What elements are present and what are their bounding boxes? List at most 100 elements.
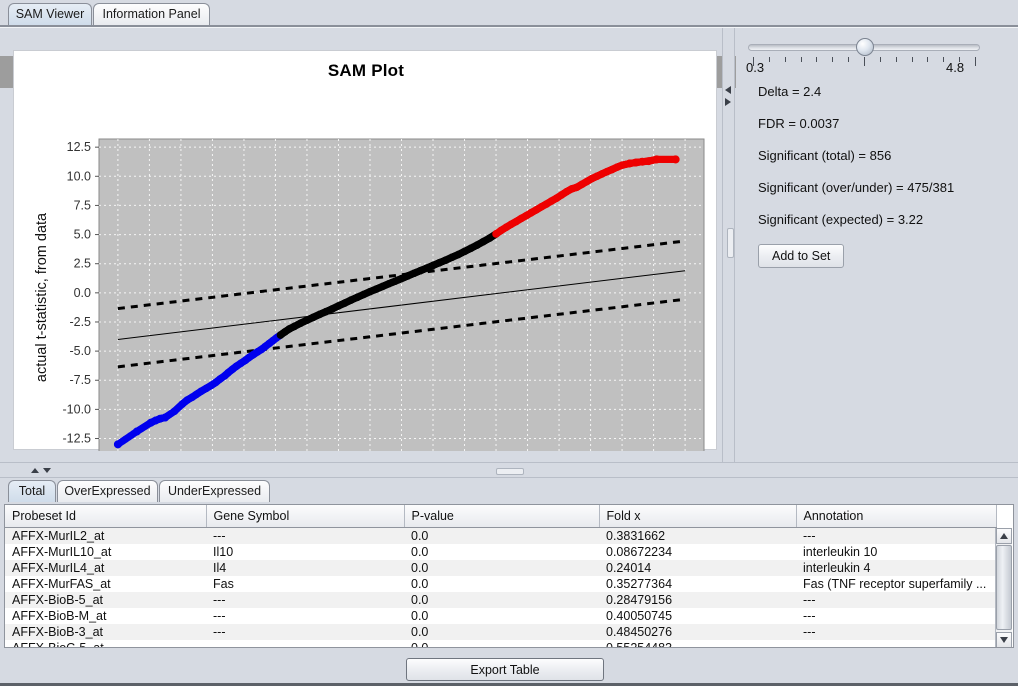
cell-fold-x: 0.55254483 — [599, 640, 796, 648]
data-point-outlier — [672, 155, 680, 163]
vertical-split-divider[interactable] — [722, 28, 735, 462]
stat-significant-expected: Significant (expected) = 3.22 — [758, 212, 923, 227]
add-to-set-button[interactable]: Add to Set — [758, 244, 844, 268]
y-axis-tick-label: 5.0 — [74, 228, 91, 242]
cell-probeset-id: AFFX-BioB-M_at — [5, 608, 206, 624]
slider-minor-tick — [848, 57, 849, 62]
cell-p-value: 0.0 — [404, 624, 599, 640]
data-point-outlier — [161, 414, 169, 422]
cell-gene-symbol: Il10 — [206, 544, 404, 560]
table-row[interactable]: AFFX-MurIL2_at---0.00.3831662--- — [5, 528, 996, 545]
slider-minor-tick — [912, 57, 913, 62]
horizontal-split-grip[interactable] — [496, 468, 524, 475]
cell-p-value: 0.0 — [404, 560, 599, 576]
slider-minor-tick — [785, 57, 786, 62]
cell-fold-x: 0.48450276 — [599, 624, 796, 640]
y-axis-tick-label: -12.5 — [63, 432, 92, 446]
sam-plot-svg[interactable]: -12.5-10.0-7.5-5.0-2.50.02.55.07.510.012… — [14, 51, 718, 451]
results-table: Probeset Id Gene Symbol P-value Fold x A… — [5, 505, 997, 648]
tab-sam-viewer[interactable]: SAM Viewer — [8, 3, 92, 25]
stat-significant-overunder: Significant (over/under) = 475/381 — [758, 180, 954, 195]
cell-fold-x: 0.28479156 — [599, 592, 796, 608]
cell-annotation: interleukin 4 — [796, 560, 996, 576]
cell-p-value: 0.0 — [404, 592, 599, 608]
slider-minor-tick — [943, 57, 944, 62]
results-pane: Total OverExpressed UnderExpressed Probe… — [0, 478, 1018, 686]
sam-viewer-window: SAM Viewer Information Panel SAM Plot -1… — [0, 0, 1018, 686]
cell-annotation: --- — [796, 608, 996, 624]
slider-minor-tick — [801, 57, 802, 62]
cell-annotation: interleukin 10 — [796, 544, 996, 560]
y-axis-tick-label: -10.0 — [63, 402, 92, 416]
cell-probeset-id: AFFX-MurIL2_at — [5, 528, 206, 545]
triangle-down-icon — [1000, 637, 1008, 643]
tab-underexpressed[interactable]: UnderExpressed — [159, 480, 270, 502]
cell-annotation: Fas (TNF receptor superfamily ... — [796, 576, 996, 592]
triangle-up-icon — [1000, 533, 1008, 539]
cell-gene-symbol: --- — [206, 608, 404, 624]
results-table-body: AFFX-MurIL2_at---0.00.3831662---AFFX-Mur… — [5, 528, 996, 649]
horizontal-split-divider[interactable] — [0, 462, 1018, 478]
y-axis-title: actual t-statistic, from data — [34, 212, 50, 382]
data-point-outlier — [645, 157, 653, 165]
data-point-outlier — [653, 155, 661, 163]
delta-slider-max-label: 4.8 — [946, 60, 964, 75]
results-table-container: Probeset Id Gene Symbol P-value Fold x A… — [4, 504, 1014, 648]
table-row[interactable]: AFFX-BioB-3_at---0.00.48450276--- — [5, 624, 996, 640]
stat-fdr: FDR = 0.0037 — [758, 116, 839, 131]
tab-overexpressed[interactable]: OverExpressed — [57, 480, 158, 502]
column-header-fold-x[interactable]: Fold x — [599, 505, 796, 528]
cell-gene-symbol: --- — [206, 592, 404, 608]
stat-significant-total: Significant (total) = 856 — [758, 148, 891, 163]
table-row[interactable]: AFFX-MurIL10_atIl100.00.08672234interleu… — [5, 544, 996, 560]
table-header-row: Probeset Id Gene Symbol P-value Fold x A… — [5, 505, 996, 528]
controls-panel: 0.3 4.8 Delta = 2.4 FDR = 0.0037 Signifi… — [736, 28, 1018, 462]
cell-probeset-id: AFFX-MurIL10_at — [5, 544, 206, 560]
y-axis-tick-label: 12.5 — [67, 140, 91, 154]
scroll-up-button[interactable] — [996, 528, 1012, 544]
slider-major-tick — [975, 57, 976, 66]
scroll-down-button[interactable] — [996, 632, 1012, 648]
y-axis-tick-label: 2.5 — [74, 257, 91, 271]
cell-fold-x: 0.3831662 — [599, 528, 796, 545]
split-collapse-down-icon[interactable] — [43, 468, 51, 473]
scrollbar-thumb[interactable] — [996, 545, 1012, 630]
column-header-annotation[interactable]: Annotation — [796, 505, 996, 528]
delta-slider-knob[interactable] — [856, 38, 874, 56]
cell-annotation: --- — [796, 624, 996, 640]
table-row[interactable]: AFFX-BioB-5_at---0.00.28479156--- — [5, 592, 996, 608]
y-axis-tick-label: 0.0 — [74, 286, 91, 300]
split-collapse-left-icon[interactable] — [725, 86, 731, 94]
cell-fold-x: 0.40050745 — [599, 608, 796, 624]
table-row[interactable]: AFFX-BioB-M_at---0.00.40050745--- — [5, 608, 996, 624]
slider-minor-tick — [769, 57, 770, 62]
export-table-button[interactable]: Export Table — [406, 658, 604, 681]
split-collapse-up-icon[interactable] — [31, 468, 39, 473]
split-collapse-right-icon[interactable] — [725, 98, 731, 106]
delta-slider-min-label: 0.3 — [746, 60, 764, 75]
cell-gene-symbol: Fas — [206, 576, 404, 592]
top-tab-bar: SAM Viewer Information Panel — [0, 0, 1018, 27]
results-table-scrollbar[interactable] — [995, 528, 1012, 648]
cell-probeset-id: AFFX-BioB-3_at — [5, 624, 206, 640]
table-row[interactable]: AFFX-MurIL4_atIl40.00.24014interleukin 4 — [5, 560, 996, 576]
cell-fold-x: 0.08672234 — [599, 544, 796, 560]
slider-major-tick — [864, 57, 865, 66]
cell-p-value: 0.0 — [404, 528, 599, 545]
data-point-outlier — [114, 440, 122, 448]
column-header-gene-symbol[interactable]: Gene Symbol — [206, 505, 404, 528]
cell-fold-x: 0.24014 — [599, 560, 796, 576]
vertical-split-grip[interactable] — [727, 228, 734, 258]
y-axis-tick-label: -2.5 — [69, 315, 91, 329]
table-row[interactable]: AFFX-BioC-5_at---0.00.55254483--- — [5, 640, 996, 648]
cell-p-value: 0.0 — [404, 576, 599, 592]
tab-information-panel[interactable]: Information Panel — [93, 3, 210, 25]
table-row[interactable]: AFFX-MurFAS_atFas0.00.35277364Fas (TNF r… — [5, 576, 996, 592]
cell-p-value: 0.0 — [404, 544, 599, 560]
tab-total[interactable]: Total — [8, 480, 56, 502]
column-header-p-value[interactable]: P-value — [404, 505, 599, 528]
column-header-probeset-id[interactable]: Probeset Id — [5, 505, 206, 528]
slider-minor-tick — [832, 57, 833, 62]
slider-minor-tick — [927, 57, 928, 62]
sam-plot-card: SAM Plot -12.5-10.0-7.5-5.0-2.50.02.55.0… — [13, 50, 717, 450]
